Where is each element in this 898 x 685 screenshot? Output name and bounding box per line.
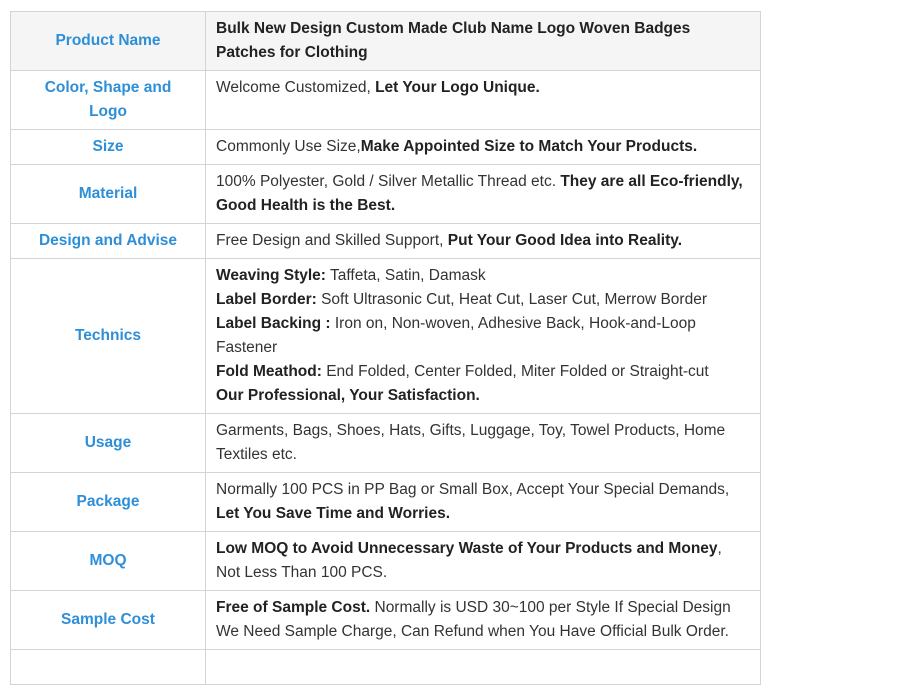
plain-text: Normally 100 PCS in PP Bag or Small Box,… bbox=[216, 481, 730, 498]
spec-row: Material 100% Polyester, Gold / Silver Me… bbox=[10, 164, 761, 224]
plain-text: Garments, Bags, Shoes, Hats, Gifts, Lugg… bbox=[216, 422, 726, 463]
spec-value-line: Commonly Use Size,Make Appointed Size to… bbox=[216, 135, 750, 159]
spec-label: Usage bbox=[10, 413, 206, 473]
spec-value-line: Welcome Customized, Let Your Logo Unique… bbox=[216, 76, 750, 100]
spec-value-line: Garments, Bags, Shoes, Hats, Gifts, Lugg… bbox=[216, 419, 750, 467]
plain-text: Free Design and Skilled Support, bbox=[216, 232, 448, 249]
spec-value: Free of Sample Cost. Normally is USD 30~… bbox=[205, 590, 761, 650]
spec-row: Usage Garments, Bags, Shoes, Hats, Gifts,… bbox=[10, 413, 761, 473]
spec-row: Product Name Bulk New Design Custom Made … bbox=[10, 11, 761, 71]
spec-row: MOQ Low MOQ to Avoid Unnecessary Waste of… bbox=[10, 531, 761, 591]
spec-row: Design and Advise Free Design and Skilled… bbox=[10, 223, 761, 259]
spec-value-line: Label Backing : Iron on, Non-woven, Adhe… bbox=[216, 312, 750, 360]
spec-value-line: Normally 100 PCS in PP Bag or Small Box,… bbox=[216, 478, 750, 526]
spec-value-line: Free of Sample Cost. Normally is USD 30~… bbox=[216, 596, 750, 644]
product-spec-table: Product Name Bulk New Design Custom Made … bbox=[10, 11, 761, 685]
spec-value-line: Fold Meathod: End Folded, Center Folded,… bbox=[216, 360, 750, 384]
spec-value bbox=[205, 649, 761, 685]
spec-value-line: Weaving Style: Taffeta, Satin, Damask bbox=[216, 264, 750, 288]
spec-label: Package bbox=[10, 472, 206, 532]
spec-label: Color, Shape and Logo bbox=[10, 70, 206, 130]
spec-value: Normally 100 PCS in PP Bag or Small Box,… bbox=[205, 472, 761, 532]
bold-text: Fold Meathod: bbox=[216, 363, 322, 380]
spec-label: Design and Advise bbox=[10, 223, 206, 259]
spec-value-line: Bulk New Design Custom Made Club Name Lo… bbox=[216, 17, 750, 65]
plain-text: Soft Ultrasonic Cut, Heat Cut, Laser Cut… bbox=[316, 291, 707, 308]
plain-text: End Folded, Center Folded, Miter Folded … bbox=[321, 363, 709, 380]
spec-value: Bulk New Design Custom Made Club Name Lo… bbox=[205, 11, 761, 71]
bold-text: Low MOQ to Avoid Unnecessary Waste of Yo… bbox=[216, 540, 718, 557]
plain-text: Commonly Use Size, bbox=[216, 138, 361, 155]
spec-value-line: Label Border: Soft Ultrasonic Cut, Heat … bbox=[216, 288, 750, 312]
spec-row: Color, Shape and Logo Welcome Customized,… bbox=[10, 70, 761, 130]
plain-text: 100% Polyester, Gold / Silver Metallic T… bbox=[216, 173, 561, 190]
bold-text: Let You Save Time and Worries. bbox=[216, 505, 451, 522]
spec-value: 100% Polyester, Gold / Silver Metallic T… bbox=[205, 164, 761, 224]
spec-row: Technics Weaving Style: Taffeta, Satin, D… bbox=[10, 258, 761, 414]
bold-text: Label Backing : bbox=[216, 315, 331, 332]
plain-text: Taffeta, Satin, Damask bbox=[325, 267, 486, 284]
bold-text: Let Your Logo Unique. bbox=[375, 79, 540, 96]
spec-label: Material bbox=[10, 164, 206, 224]
spec-row bbox=[10, 649, 761, 685]
bold-text: Label Border: bbox=[216, 291, 317, 308]
spec-value-line: Free Design and Skilled Support, Put You… bbox=[216, 229, 750, 253]
bold-text: Our Professional, Your Satisfaction. bbox=[216, 387, 480, 404]
spec-table-body: Product Name Bulk New Design Custom Made … bbox=[10, 11, 761, 685]
spec-value: Commonly Use Size,Make Appointed Size to… bbox=[205, 129, 761, 165]
bold-text: Bulk New Design Custom Made Club Name Lo… bbox=[216, 20, 691, 61]
spec-row: Size Commonly Use Size,Make Appointed Siz… bbox=[10, 129, 761, 165]
spec-label: MOQ bbox=[10, 531, 206, 591]
spec-label: Sample Cost bbox=[10, 590, 206, 650]
bold-text: Free of Sample Cost. bbox=[216, 599, 371, 616]
spec-value-line: Our Professional, Your Satisfaction. bbox=[216, 384, 750, 408]
spec-row: Package Normally 100 PCS in PP Bag or Sma… bbox=[10, 472, 761, 532]
spec-value: Free Design and Skilled Support, Put You… bbox=[205, 223, 761, 259]
bold-text: Make Appointed Size to Match Your Produc… bbox=[360, 138, 698, 155]
spec-label bbox=[10, 649, 206, 685]
spec-value-line: Low MOQ to Avoid Unnecessary Waste of Yo… bbox=[216, 537, 750, 585]
spec-label: Product Name bbox=[10, 11, 206, 71]
bold-text: Weaving Style: bbox=[216, 267, 326, 284]
plain-text: Welcome Customized, bbox=[216, 79, 376, 96]
spec-label: Technics bbox=[10, 258, 206, 414]
spec-label: Size bbox=[10, 129, 206, 165]
spec-value: Welcome Customized, Let Your Logo Unique… bbox=[205, 70, 761, 130]
spec-value-line: 100% Polyester, Gold / Silver Metallic T… bbox=[216, 170, 750, 218]
spec-row: Sample Cost Free of Sample Cost. Normally… bbox=[10, 590, 761, 650]
spec-value: Weaving Style: Taffeta, Satin, Damask Lab… bbox=[205, 258, 761, 414]
bold-text: Put Your Good Idea into Reality. bbox=[447, 232, 683, 249]
spec-value: Garments, Bags, Shoes, Hats, Gifts, Lugg… bbox=[205, 413, 761, 473]
spec-value: Low MOQ to Avoid Unnecessary Waste of Yo… bbox=[205, 531, 761, 591]
